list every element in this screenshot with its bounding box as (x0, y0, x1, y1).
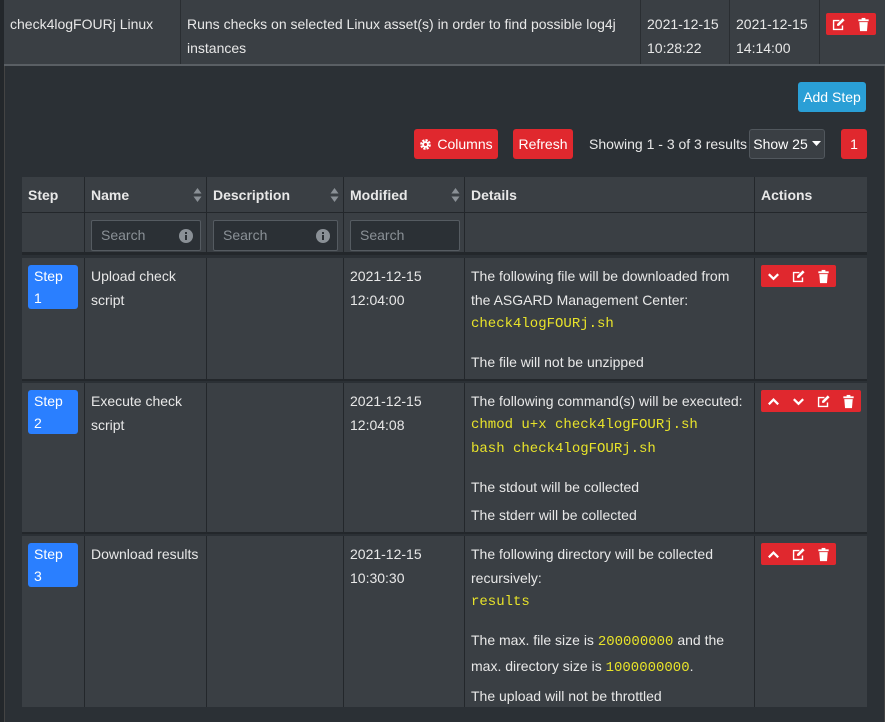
trash-icon (841, 394, 856, 409)
gear-icon (420, 138, 432, 150)
filter-row: Search Search Search (22, 213, 867, 255)
parent-actions (820, 0, 885, 64)
header-actions: Actions (761, 187, 813, 203)
parent-created: 2021-12-15 10:28:22 (641, 0, 730, 64)
code-text: 200000000 (597, 634, 674, 650)
chevron-down-icon (791, 394, 806, 409)
move-up-button[interactable] (761, 390, 786, 412)
edit-step-button[interactable] (786, 265, 811, 287)
code-text: bash check4logFOURj.sh (471, 441, 656, 457)
sort-icon (330, 187, 339, 203)
refresh-button[interactable]: Refresh (513, 129, 573, 159)
chevron-up-icon (766, 394, 781, 409)
delete-script-button[interactable] (851, 13, 876, 35)
step-badge: Step 1 (28, 265, 78, 309)
info-icon (179, 229, 193, 243)
add-step-button[interactable]: Add Step (798, 82, 866, 112)
step-details: The following directory will be collecte… (465, 536, 755, 707)
search-description-input[interactable]: Search (213, 220, 338, 251)
info-icon (316, 229, 330, 243)
search-modified-input[interactable]: Search (350, 220, 460, 251)
edit-icon (791, 269, 806, 284)
step-description (207, 258, 344, 379)
delete-step-button[interactable] (811, 265, 836, 287)
move-down-button[interactable] (786, 390, 811, 412)
chevron-down-icon (766, 269, 781, 284)
edit-icon (791, 547, 806, 562)
edit-icon (816, 394, 831, 409)
table-row: Step 3 Download results 2021-12-15 10:30… (22, 536, 867, 707)
search-name-input[interactable]: Search (91, 220, 201, 251)
steps-panel: Add Step Columns Refresh Showing 1 - 3 o… (4, 66, 885, 722)
step-name: Upload check script (85, 258, 207, 379)
step-description (207, 536, 344, 707)
header-name[interactable]: Name (85, 177, 207, 212)
table-row: Step 1 Upload check script 2021-12-15 12… (22, 258, 867, 381)
step-description (207, 383, 344, 532)
page-1-button[interactable]: 1 (841, 129, 867, 159)
trash-icon (816, 269, 831, 284)
edit-script-button[interactable] (826, 13, 851, 35)
code-text: results (471, 594, 530, 610)
edit-icon (831, 17, 846, 32)
move-down-button[interactable] (761, 265, 786, 287)
move-up-button[interactable] (761, 543, 786, 565)
trash-icon (856, 17, 871, 32)
chevron-up-icon (766, 547, 781, 562)
code-text: check4logFOURj.sh (471, 316, 614, 332)
table-row: Step 2 Execute check script 2021-12-15 1… (22, 383, 867, 534)
caret-down-icon (811, 141, 821, 146)
step-badge: Step 3 (28, 543, 78, 587)
edit-step-button[interactable] (811, 390, 836, 412)
parent-script-row: check4logFOURj Linux Runs checks on sele… (4, 0, 885, 66)
step-name: Download results (85, 536, 207, 707)
trash-icon (816, 547, 831, 562)
header-step: Step (22, 177, 85, 212)
header-modified[interactable]: Modified (344, 177, 465, 212)
results-summary: Showing 1 - 3 of 3 results (589, 136, 747, 152)
delete-step-button[interactable] (836, 390, 861, 412)
step-modified: 2021-12-15 10:30:30 (344, 536, 465, 707)
sort-icon (193, 187, 202, 203)
sort-icon (451, 187, 460, 203)
parent-description: Runs checks on selected Linux asset(s) i… (181, 0, 641, 64)
parent-name: check4logFOURj Linux (4, 0, 181, 64)
step-details: The following command(s) will be execute… (465, 383, 755, 532)
page-size-label: Show 25 (753, 136, 808, 152)
delete-step-button[interactable] (811, 543, 836, 565)
code-text: chmod u+x check4logFOURj.sh (471, 417, 698, 433)
page-size-dropdown[interactable]: Show 25 (749, 129, 825, 159)
columns-button[interactable]: Columns (414, 129, 498, 159)
step-details: The following file will be downloaded fr… (465, 258, 755, 379)
edit-step-button[interactable] (786, 543, 811, 565)
header-description[interactable]: Description (207, 177, 344, 212)
step-modified: 2021-12-15 12:04:00 (344, 258, 465, 379)
header-details: Details (465, 177, 755, 212)
table-header: Step Name Description Modified Details A… (22, 177, 867, 213)
step-name: Execute check script (85, 383, 207, 532)
step-modified: 2021-12-15 12:04:08 (344, 383, 465, 532)
step-badge: Step 2 (28, 390, 78, 434)
code-text: 1000000000 (605, 660, 690, 676)
parent-modified: 2021-12-15 14:14:00 (730, 0, 820, 64)
columns-label: Columns (437, 136, 493, 152)
